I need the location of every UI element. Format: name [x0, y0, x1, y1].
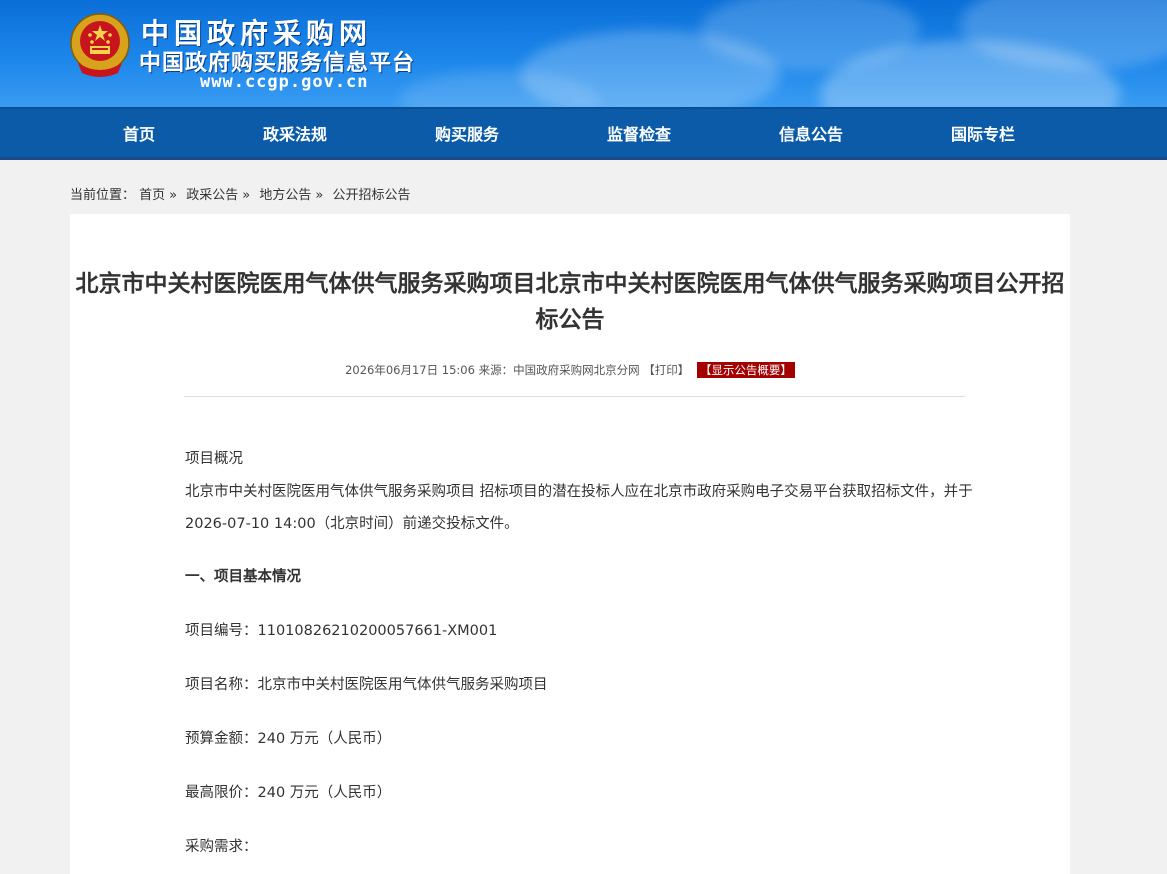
source-label: 来源：: [478, 363, 514, 377]
breadcrumb-separator: »: [242, 188, 251, 203]
site-url: www.ccgp.gov.cn: [200, 72, 369, 92]
breadcrumb-separator: »: [169, 188, 178, 203]
field-value: 240 万元（人民币）: [257, 785, 392, 801]
divider: [184, 396, 965, 397]
show-summary-button[interactable]: 【显示公告概要】: [696, 362, 795, 378]
field-label: 项目名称：: [185, 677, 258, 693]
nav-supervision[interactable]: 监督检查: [607, 121, 671, 145]
nav-regulations[interactable]: 政采法规: [263, 121, 327, 145]
source-name: 中国政府采购网北京分网: [513, 363, 640, 377]
site-banner: 中国政府采购网 中国政府购买服务信息平台 www.ccgp.gov.cn: [0, 0, 1167, 107]
nav-international[interactable]: 国际专栏: [951, 121, 1015, 145]
breadcrumb: 当前位置： 首页 » 政采公告 » 地方公告 » 公开招标公告: [70, 184, 411, 203]
field-requirements: 采购需求：: [185, 835, 975, 856]
breadcrumb-prefix: 当前位置：: [70, 188, 136, 203]
breadcrumb-local-announcements[interactable]: 地方公告: [259, 188, 311, 203]
field-project-name: 项目名称：北京市中关村医院医用气体供气服务采购项目: [185, 673, 975, 694]
publish-date: 2026年06月17日 15:06: [345, 363, 475, 377]
section-heading: 一、项目基本情况: [185, 569, 301, 585]
breadcrumb-home[interactable]: 首页: [139, 188, 165, 203]
field-label: 最高限价：: [185, 785, 258, 801]
field-max-price: 最高限价：240 万元（人民币）: [185, 781, 975, 802]
article-card: 北京市中关村医院医用气体供气服务采购项目 北京市中关村医院医用气体供气服务采购项目…: [70, 214, 1070, 874]
print-link[interactable]: 【打印】: [643, 363, 689, 377]
breadcrumb-gov-announcements[interactable]: 政采公告: [186, 188, 238, 203]
nav-purchase-services[interactable]: 购买服务: [435, 121, 499, 145]
field-label: 项目编号：: [185, 623, 258, 639]
field-label: 采购需求：: [185, 839, 258, 855]
field-value: 北京市中关村医院医用气体供气服务采购项目: [257, 677, 548, 693]
nav-home[interactable]: 首页: [123, 121, 155, 145]
nav-announcements[interactable]: 信息公告: [779, 121, 843, 145]
breadcrumb-open-tender[interactable]: 公开招标公告: [333, 188, 411, 203]
overview-heading: 项目概况: [185, 451, 243, 467]
field-value: 11010826210200057661-XM001: [257, 623, 498, 639]
article-title: 北京市中关村医院医用气体供气服务采购项目北京市中关村医院医用气体供气服务采购项目…: [75, 271, 1065, 333]
breadcrumb-separator: »: [315, 188, 324, 203]
national-emblem-icon[interactable]: [68, 11, 132, 79]
field-budget: 预算金额：240 万元（人民币）: [185, 727, 975, 748]
field-label: 预算金额：: [185, 731, 258, 747]
article-meta: 2026年06月17日 15:06 来源：中国政府采购网北京分网 【打印】 【显…: [70, 362, 1070, 378]
main-nav: 首页 政采法规 购买服务 监督检查 信息公告 国际专栏: [0, 107, 1167, 160]
field-project-number: 项目编号：11010826210200057661-XM001: [185, 619, 975, 640]
overview-text: 北京市中关村医院医用气体供气服务采购项目 招标项目的潜在投标人应在北京市政府采购…: [185, 484, 973, 532]
field-value: 240 万元（人民币）: [257, 731, 392, 747]
